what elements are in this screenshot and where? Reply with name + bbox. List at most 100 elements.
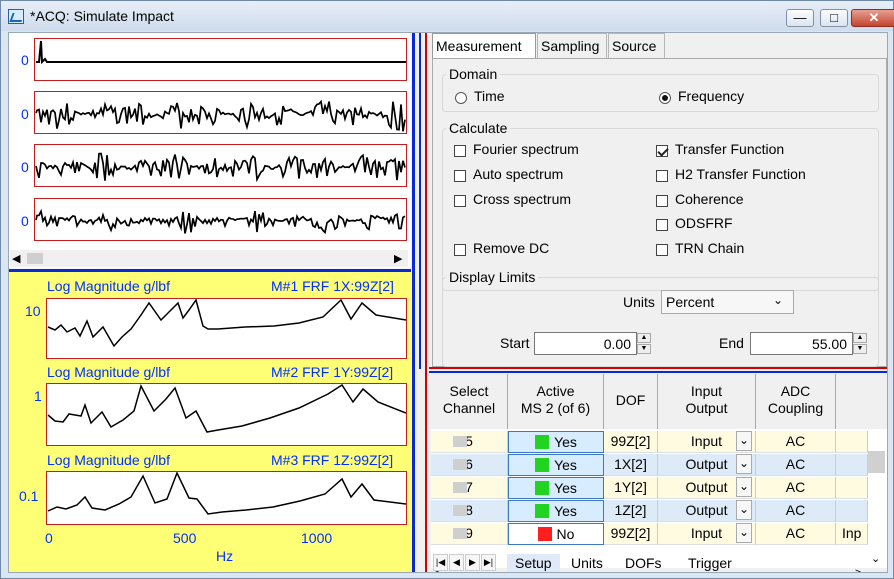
minimize-icon[interactable]: — [786,9,814,27]
select-channel-cell[interactable]: 6 [431,454,508,476]
dropdown-arrow-icon[interactable]: ⌄ [736,523,752,543]
tab-source[interactable]: Source [608,33,665,58]
restore-icon[interactable]: □ [820,9,848,27]
end-spin-up-icon[interactable]: ▲ [853,333,867,343]
fourier-spectrum-label[interactable]: Fourier spectrum [473,141,579,157]
sheet-tab-setup[interactable]: Setup [507,554,560,572]
adc-coupling-cell[interactable]: AC [756,454,836,476]
active-cell[interactable]: Yes [508,477,604,499]
input-output-cell[interactable]: Input ⌄ [658,431,756,453]
scroll-right-icon[interactable]: ▶ [394,252,402,265]
select-channel-header[interactable]: Select Channel [431,374,508,429]
trn-chain-label[interactable]: TRN Chain [675,240,744,256]
select-channel-cell[interactable]: 9 [431,523,508,545]
h2-transfer-function-checkbox[interactable] [656,170,668,182]
tab-sampling[interactable]: Sampling [537,33,607,58]
active-cell[interactable]: Yes [508,431,604,453]
remove-dc-checkbox[interactable] [454,244,466,256]
end-label: End [719,335,744,351]
cross-spectrum-label[interactable]: Cross spectrum [473,191,571,207]
dropdown-arrow-icon[interactable]: ⌄ [736,454,752,474]
time-plot-output-2[interactable] [34,144,407,187]
coherence-label[interactable]: Coherence [675,191,744,207]
odsfrf-checkbox[interactable] [656,219,668,231]
coherence-checkbox[interactable] [656,195,668,207]
start-spin-up-icon[interactable]: ▲ [637,333,651,343]
input-output-cell[interactable]: Input ⌄ [658,523,756,545]
end-spin-down-icon[interactable]: ▼ [853,344,867,354]
domain-frequency-label[interactable]: Frequency [678,88,744,104]
next-column-cell[interactable] [836,500,868,522]
adc-coupling-cell[interactable]: AC [756,500,836,522]
adc-coupling-cell[interactable]: AC [756,477,836,499]
input-output-cell[interactable]: Output ⌄ [658,477,756,499]
time-scroll-thumb[interactable] [27,253,43,264]
active-cell[interactable]: No [508,523,604,545]
next-column-cell[interactable] [836,431,868,453]
auto-spectrum-checkbox[interactable] [454,170,466,182]
scroll-right-grid-icon[interactable]: > [855,567,861,572]
input-output-header[interactable]: Input Output [658,374,756,429]
domain-time-radio[interactable] [455,92,467,104]
frf-plot-3[interactable] [46,471,407,525]
input-output-cell[interactable]: Output ⌄ [658,454,756,476]
sheet-prev-icon[interactable]: ◀ [449,554,464,571]
trn-chain-checkbox[interactable] [656,244,668,256]
next-column-cell[interactable] [836,454,868,476]
domain-frequency-radio[interactable] [659,92,671,104]
transfer-function-checkbox[interactable] [656,145,668,157]
sheet-first-icon[interactable]: |◀ [433,554,448,571]
start-field[interactable]: 0.00 [534,332,637,355]
dropdown-arrow-icon[interactable]: ⌄ [736,431,752,451]
adc-coupling-header[interactable]: ADC Coupling [756,374,836,429]
adc-coupling-cell[interactable]: AC [756,523,836,545]
odsfrf-label[interactable]: ODSFRF [675,215,733,231]
select-channel-cell[interactable]: 8 [431,500,508,522]
sheet-next-icon[interactable]: ▶ [465,554,480,571]
sheet-tab-trigger[interactable]: Trigger [682,554,738,572]
dof-cell[interactable]: 99Z[2] [604,523,658,545]
select-channel-cell[interactable]: 7 [431,477,508,499]
adc-coupling-cell[interactable]: AC [756,431,836,453]
next-column-cell[interactable]: Inp [836,523,868,545]
dof-cell[interactable]: 1Z[2] [604,500,658,522]
close-icon[interactable]: ✕ [851,9,894,27]
sheet-last-icon[interactable]: ▶| [481,554,496,571]
frf-plot-2[interactable] [46,383,407,446]
dropdown-arrow-icon[interactable]: ⌄ [736,500,752,520]
cross-spectrum-checkbox[interactable] [454,195,466,207]
fourier-spectrum-checkbox[interactable] [454,145,466,157]
time-plot-output-3[interactable] [34,198,407,241]
dof-cell[interactable]: 1X[2] [604,454,658,476]
sheet-tab-dofs[interactable]: DOFs [618,554,669,572]
auto-spectrum-label[interactable]: Auto spectrum [473,166,563,182]
domain-time-label[interactable]: Time [474,88,505,104]
remove-dc-label[interactable]: Remove DC [473,240,549,256]
dof-cell[interactable]: 1Y[2] [604,477,658,499]
dof-cell[interactable]: 99Z[2] [604,431,658,453]
next-column-header[interactable] [836,374,887,429]
active-header[interactable]: Active MS 2 (of 6) [508,374,604,429]
vertical-scroll-thumb[interactable] [868,451,885,473]
start-spin-down-icon[interactable]: ▼ [637,344,651,354]
dof-header[interactable]: DOF [604,374,658,429]
transfer-function-label[interactable]: Transfer Function [675,141,784,157]
time-plot-input[interactable] [34,38,407,81]
units-select[interactable]: Percent ⌄ [661,290,794,314]
dropdown-arrow-icon[interactable]: ⌄ [773,293,783,307]
dropdown-arrow-icon[interactable]: ⌄ [736,477,752,497]
time-plot-output-1[interactable] [34,91,407,134]
scroll-down-icon[interactable]: ⌄ [871,552,880,565]
scroll-left-icon[interactable]: ◀ [12,252,20,265]
active-cell[interactable]: Yes [508,500,604,522]
active-cell[interactable]: Yes [508,454,604,476]
h2-transfer-function-label[interactable]: H2 Transfer Function [675,166,806,182]
time-horizontal-scrollbar[interactable]: ◀ ▶ [10,250,408,267]
frf-plot-1[interactable] [46,298,407,359]
sheet-tab-units[interactable]: Units [566,554,608,572]
tab-measurement[interactable]: Measurement [432,33,536,58]
end-field[interactable]: 55.00 [750,332,853,355]
input-output-cell[interactable]: Output ⌄ [658,500,756,522]
next-column-cell[interactable] [836,477,868,499]
select-channel-cell[interactable]: 5 [431,431,508,453]
